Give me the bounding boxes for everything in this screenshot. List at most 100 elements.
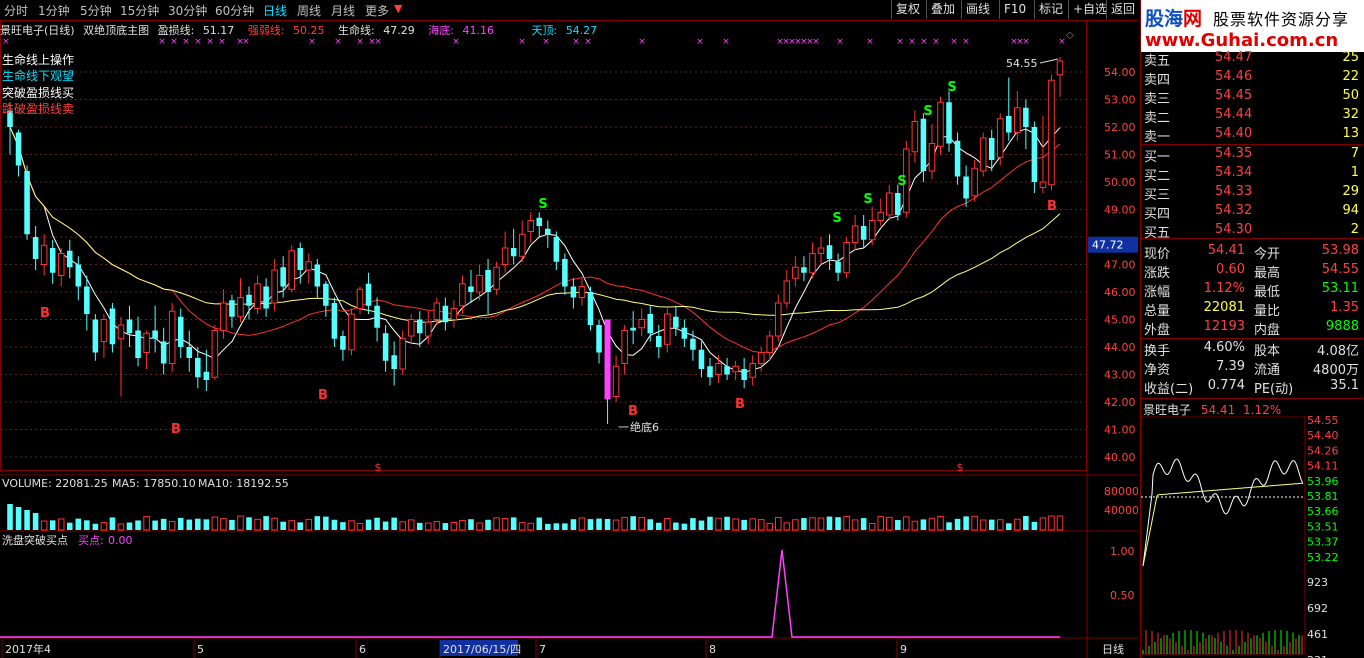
volume-bar (996, 519, 1004, 531)
volume-bar (75, 518, 82, 530)
quote-row: 净资 7.39 流通 4800万 (1141, 359, 1363, 378)
tab-5min[interactable]: 5分钟 (80, 2, 112, 19)
mini-price-tick: 53.81 (1307, 490, 1339, 503)
candle-body (664, 313, 671, 345)
candle-body (741, 369, 747, 380)
candle-body (280, 267, 286, 287)
quote-key: 外盘 (1144, 323, 1171, 338)
strong-weak-label: 强弱线: (247, 24, 285, 37)
draw-line-button[interactable]: 画线 (961, 0, 994, 19)
volume-bar (817, 517, 825, 531)
candle-body (510, 248, 517, 257)
candle-body (66, 250, 73, 268)
top-cross-marker: × (206, 37, 214, 47)
top-cross-marker: × (638, 37, 646, 47)
candle-body (527, 220, 535, 232)
mini-volume-tick: 923 (1307, 576, 1328, 589)
tab-weekly[interactable]: 周线 (297, 2, 321, 19)
tab-15min[interactable]: 15分钟 (120, 2, 159, 19)
quote-key: 涨跌 (1144, 266, 1171, 281)
orderbook-row[interactable]: 卖三 54.45 50 (1141, 88, 1363, 107)
volume-bar (527, 522, 535, 531)
quote-row: 收益(二) 0.774 PE(动) 35.1 (1141, 378, 1363, 397)
tab-intraday[interactable]: 分时 (4, 2, 28, 19)
kline-chart[interactable]: SSSSSSBBBB BB$ $× × × × × × × ×× × × × ×× × × × × × × × × ××××… (0, 20, 1138, 658)
volume-bar (971, 515, 978, 531)
volume-bar (416, 522, 423, 530)
candle-body (724, 366, 730, 375)
candle-body (587, 292, 594, 325)
candle-body (681, 327, 688, 339)
price-tick-label: 42.00 (1104, 396, 1136, 409)
orderbook-volume: 32 (1342, 107, 1359, 122)
mini-intraday-chart[interactable]: 54.55 54.40 54.26 54.11 53.96 53.81 53.66 53.51… (1141, 416, 1364, 658)
price-panel-frame (0, 20, 1087, 471)
quote-value: 4.60% (1203, 340, 1245, 355)
volume-axis-label: 40000 (1104, 504, 1138, 517)
date-axis: 2017年4 5 6 2017/06/15/四 7 8 9 日线 (1, 638, 1124, 658)
orderbook-row[interactable]: 买二 54.34 1 (1141, 165, 1363, 184)
volume-bar (835, 517, 841, 530)
tab-60min[interactable]: 60分钟 (215, 2, 254, 19)
tab-30min[interactable]: 30分钟 (168, 2, 207, 19)
orderbook-row[interactable]: 买四 54.32 94 (1141, 203, 1363, 222)
orderbook-row[interactable]: 卖一 54.40 13 (1141, 126, 1363, 145)
volume-bar (1031, 521, 1038, 530)
orderbook-row[interactable]: 买一 54.35 7 (1141, 146, 1363, 165)
orderbook-volume: 94 (1342, 203, 1359, 218)
quote-key: 净资 (1144, 363, 1171, 378)
adjust-button[interactable]: 复权 (891, 0, 924, 19)
tab-monthly[interactable]: 月线 (331, 2, 355, 19)
volume-bar (911, 520, 919, 531)
mini-price-tick: 53.22 (1307, 551, 1339, 564)
volume-axis-label: 80000 (1104, 485, 1138, 498)
orderbook-row[interactable]: 卖五 54.47 25 (1141, 50, 1363, 69)
quote-panel: 股海网 股票软件资源分享 www.Guhai.com.cn 卖五 54.47 25 卖… (1140, 0, 1364, 658)
tab-more[interactable]: 更多 (365, 2, 389, 19)
orderbook-price: 54.47 (1215, 50, 1253, 65)
candle-body (425, 321, 432, 337)
tab-daily[interactable]: 日线 (263, 2, 287, 19)
mini-volume-tick: 231 (1307, 654, 1328, 658)
top-cross-marker: × (2, 37, 10, 47)
volume-bar (979, 519, 987, 531)
orderbook-row[interactable]: 买三 54.33 29 (1141, 184, 1363, 203)
volume-bar (501, 517, 509, 531)
tab-1min[interactable]: 1分钟 (38, 2, 70, 19)
candle-body (536, 217, 543, 226)
top-cross-marker: × (908, 37, 916, 47)
mini-price-tick: 53.37 (1307, 536, 1339, 549)
overlay-button[interactable]: 叠加 (926, 0, 959, 19)
volume-bar (1056, 515, 1064, 531)
mark-button[interactable]: 标记 (1034, 0, 1067, 19)
volume-bar (681, 523, 688, 530)
volume-bar (775, 516, 782, 531)
quote-value: 53.11 (1321, 281, 1359, 296)
add-favorite-button[interactable]: +自选 (1068, 0, 1111, 19)
f10-button[interactable]: F10 (999, 0, 1030, 19)
bottom-highlight-candle (604, 319, 611, 400)
volume-bar (271, 517, 278, 531)
more-dropdown-icon[interactable]: ▼ (394, 2, 402, 15)
candle-body (476, 275, 483, 293)
candle-body (407, 319, 415, 337)
volume-bar (732, 518, 739, 531)
candle-body (92, 319, 99, 353)
candle-body (468, 286, 474, 292)
period-label: 日线 (1102, 642, 1124, 656)
candle-body (177, 316, 184, 347)
orderbook-row[interactable]: 卖二 54.44 32 (1141, 107, 1363, 126)
orderbook-row[interactable]: 卖四 54.46 22 (1141, 69, 1363, 88)
volume-bar (340, 522, 346, 530)
candle-body (416, 319, 423, 334)
volume-bar (843, 515, 850, 531)
volume-bar (305, 518, 313, 531)
back-button[interactable]: 返回 (1106, 0, 1139, 19)
volume-bar (596, 518, 602, 530)
volume-bar (510, 517, 517, 530)
candle-body (263, 286, 269, 309)
dollar-marker: $ (957, 461, 964, 474)
volume-bar (177, 517, 184, 530)
price-tick-label: 51.00 (1104, 149, 1136, 162)
candle-body (84, 286, 90, 314)
